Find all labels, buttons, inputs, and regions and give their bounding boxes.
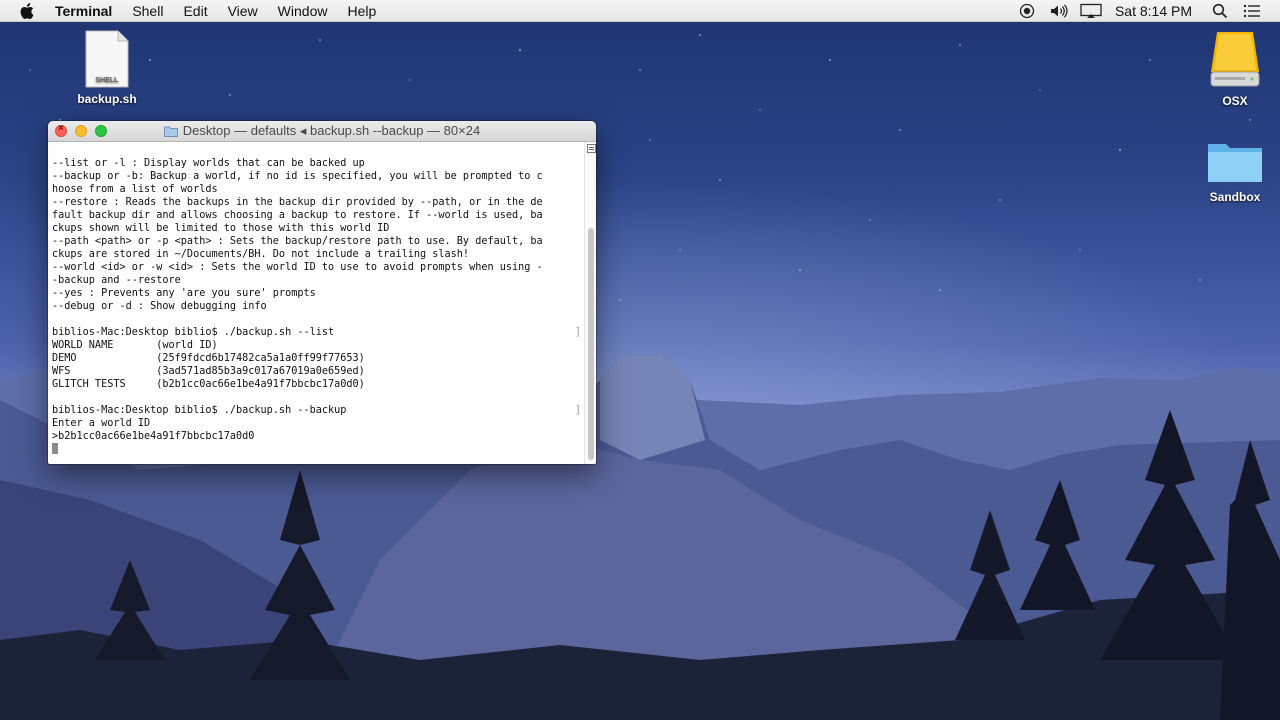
terminal-line-text: -backup and --restore [52,275,181,286]
close-icon: × [58,123,64,134]
shell-script-file-icon: SHELL [85,30,129,88]
minimize-window-button[interactable] [75,125,87,137]
window-title: Desktop — defaults ◂ backup.sh --backup … [182,123,481,138]
desktop-icon-backup-sh[interactable]: SHELL backup.sh [62,30,152,106]
prompt-mark: ] [574,405,581,416]
terminal-window[interactable]: × Desktop — defaults ◂ backup.sh --backu… [48,121,596,464]
desktop-icon-osx[interactable]: OSX [1190,28,1280,108]
prompt-mark: ] [574,327,581,338]
terminal-line: biblios-Mac:Desktop biblio$ ./backup.sh … [52,404,584,417]
terminal-line: -backup and --restore [52,274,584,287]
terminal-line: --backup or -b: Backup a world, if no id… [52,170,584,183]
terminal-cursor [52,443,58,454]
desktop-icon-label: Sandbox [1209,190,1261,204]
terminal-titlebar[interactable]: × Desktop — defaults ◂ backup.sh --backu… [48,121,596,142]
terminal-line-text: --backup or -b: Backup a world, if no id… [52,171,543,182]
scrollbar-thumb[interactable] [588,228,594,460]
terminal-line-text: --restore : Reads the backups in the bac… [52,197,543,208]
menu-app-name[interactable]: Terminal [51,0,122,22]
terminal-line: GLITCH TESTS (b2b1cc0ac66e1be4a91f7bbcbc… [52,378,584,391]
window-title-group: Desktop — defaults ◂ backup.sh --backup … [163,123,481,139]
terminal-line-text: fault backup dir and allows choosing a b… [52,210,543,221]
terminal-line-text: Enter a world ID [52,418,151,429]
terminal-line: --debug or -d : Show debugging info [52,300,584,313]
hard-drive-icon [1209,28,1261,90]
terminal-scrollbar[interactable] [584,142,596,464]
terminal-input-line[interactable] [52,443,584,456]
terminal-line: WORLD NAME (world ID) [52,339,584,352]
display-icon[interactable] [1080,0,1102,22]
menu-window[interactable]: Window [268,0,338,22]
terminal-line-text: --path <path> or -p <path> : Sets the ba… [52,236,543,247]
terminal-line-text: --list or -l : Display worlds that can b… [52,158,365,169]
terminal-output[interactable]: --list or -l : Display worlds that can b… [48,142,584,464]
terminal-line: --path <path> or -p <path> : Sets the ba… [52,235,584,248]
menu-edit[interactable]: Edit [173,0,217,22]
terminal-line: --world <id> or -w <id> : Sets the world… [52,261,584,274]
terminal-line: DEMO (25f9fdcd6b17482ca5a1a0ff99f77653) [52,352,584,365]
desktop-icon-label: backup.sh [77,92,137,106]
terminal-line-text: --world <id> or -w <id> : Sets the world… [52,262,543,273]
spotlight-icon[interactable] [1209,0,1231,22]
terminal-line-text: ckups are stored in ~/Documents/BH. Do n… [52,249,470,260]
terminal-line: --yes : Prevents any 'are you sure' prom… [52,287,584,300]
terminal-line: >b2b1cc0ac66e1be4a91f7bbcbc17a0d0 [52,430,584,443]
notification-center-icon[interactable] [1241,0,1263,22]
terminal-line: biblios-Mac:Desktop biblio$ ./backup.sh … [52,326,584,339]
menu-bar: Terminal Shell Edit View Window Help Sat… [0,0,1280,22]
apple-icon[interactable] [17,2,37,19]
terminal-line-text: WORLD NAME (world ID) [52,340,218,351]
file-badge-text: SHELL [96,77,120,84]
menubar-clock[interactable]: Sat 8:14 PM [1115,3,1192,19]
terminal-line: ckups shown will be limited to those wit… [52,222,584,235]
volume-icon[interactable] [1048,0,1070,22]
menu-view[interactable]: View [218,0,268,22]
terminal-line-text: GLITCH TESTS (b2b1cc0ac66e1be4a91f7bbcbc… [52,379,365,390]
desktop-icon-sandbox[interactable]: Sandbox [1190,138,1280,204]
terminal-line-text: DEMO (25f9fdcd6b17482ca5a1a0ff99f77653) [52,353,365,364]
terminal-line-text: hoose from a list of worlds [52,184,218,195]
terminal-line: Enter a world ID [52,417,584,430]
split-pane-icon[interactable] [587,144,596,153]
terminal-line: fault backup dir and allows choosing a b… [52,209,584,222]
terminal-line-text: >b2b1cc0ac66e1be4a91f7bbcbc17a0d0 [52,431,255,442]
terminal-line: --list or -l : Display worlds that can b… [52,157,584,170]
terminal-line: ckups are stored in ~/Documents/BH. Do n… [52,248,584,261]
folder-icon [163,126,178,137]
menu-help[interactable]: Help [337,0,386,22]
terminal-line: hoose from a list of worlds [52,183,584,196]
terminal-line-text: biblios-Mac:Desktop biblio$ ./backup.sh … [52,327,335,338]
terminal-line-text: --yes : Prevents any 'are you sure' prom… [52,288,316,299]
terminal-line: WFS (3ad571ad85b3a9c017a67019a0e659ed) [52,365,584,378]
close-window-button[interactable]: × [55,123,67,137]
terminal-line: --restore : Reads the backups in the bac… [52,196,584,209]
terminal-line-text: WFS (3ad571ad85b3a9c017a67019a0e659ed) [52,366,365,377]
menu-shell[interactable]: Shell [122,0,173,22]
zoom-window-button[interactable] [95,125,107,137]
folder-icon [1206,138,1264,186]
terminal-line-text: ckups shown will be limited to those wit… [52,223,390,234]
record-icon[interactable] [1016,0,1038,22]
terminal-line-text: biblios-Mac:Desktop biblio$ ./backup.sh … [52,405,347,416]
terminal-line-text: --debug or -d : Show debugging info [52,301,267,312]
desktop-icon-label: OSX [1222,94,1248,108]
